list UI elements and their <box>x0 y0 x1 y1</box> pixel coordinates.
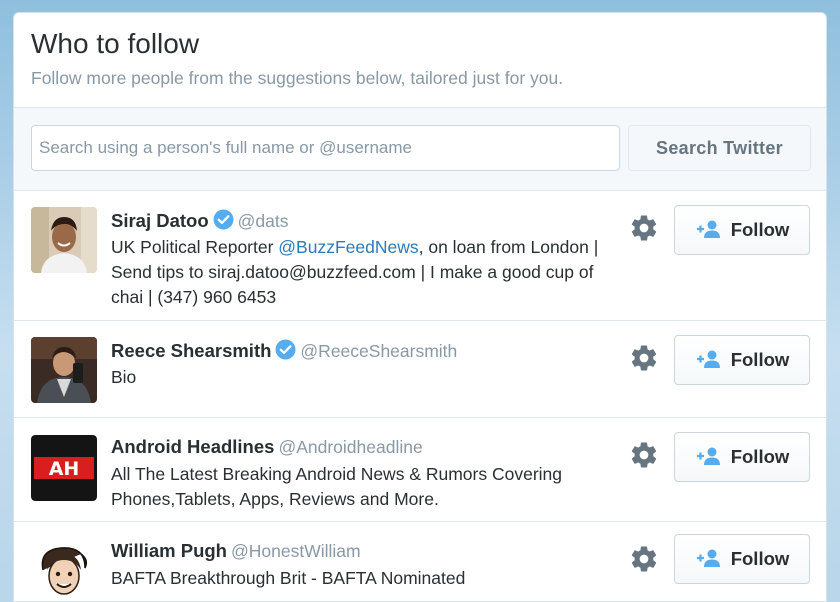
follow-button[interactable]: Follow <box>674 335 810 385</box>
user-handle[interactable]: @ReeceShearsmith <box>300 341 457 361</box>
follow-button[interactable]: Follow <box>674 534 810 584</box>
user-handle[interactable]: @HonestWilliam <box>231 541 361 561</box>
search-bar: Search Twitter <box>14 108 826 191</box>
follow-person-icon <box>695 219 723 242</box>
verified-badge-icon <box>275 339 296 365</box>
avatar[interactable]: AH <box>31 435 97 501</box>
gear-icon[interactable] <box>629 213 659 243</box>
panel-header: Who to follow Follow more people from th… <box>14 13 826 108</box>
user-bio: BAFTA Breakthrough Brit - BAFTA Nominate… <box>111 568 466 588</box>
avatar[interactable] <box>31 540 97 601</box>
mention-link[interactable]: @BuzzFeedNews <box>278 237 418 257</box>
follow-person-icon <box>695 548 723 571</box>
page-subtitle: Follow more people from the suggestions … <box>31 68 564 88</box>
avatar[interactable] <box>31 337 97 403</box>
who-to-follow-panel: Who to follow Follow more people from th… <box>13 12 827 602</box>
follow-button[interactable]: Follow <box>674 205 810 255</box>
user-handle[interactable]: @dats <box>238 211 289 231</box>
verified-badge-icon <box>213 209 234 235</box>
user-handle[interactable]: @Androidheadline <box>278 437 422 457</box>
follow-button[interactable]: Follow <box>674 432 810 482</box>
gear-icon[interactable] <box>629 440 659 470</box>
page-title: Who to follow <box>31 28 200 59</box>
user-bio: UK Political Reporter @BuzzFeedNews, on … <box>111 237 599 307</box>
user-name[interactable]: William Pugh <box>111 540 227 561</box>
list-item: William Pugh @HonestWilliam BAFTA Breakth… <box>14 522 826 601</box>
svg-text:AH: AH <box>49 458 80 480</box>
search-input[interactable] <box>31 125 620 171</box>
user-name[interactable]: Reece Shearsmith <box>111 340 271 361</box>
user-bio: Bio <box>111 367 137 387</box>
list-item: Reece Shearsmith @ReeceShearsmith Bio Fol… <box>14 321 826 418</box>
gear-icon[interactable] <box>629 343 659 373</box>
user-name[interactable]: Siraj Datoo <box>111 210 209 231</box>
search-twitter-button[interactable]: Search Twitter <box>628 125 811 171</box>
list-item: AH Android Headlines @Androidheadline All… <box>14 418 826 522</box>
follow-person-icon <box>695 349 723 372</box>
list-item: Siraj Datoo @dats UK Political Reporter @… <box>14 191 826 321</box>
follow-person-icon <box>695 446 723 469</box>
avatar[interactable] <box>31 207 97 273</box>
gear-icon[interactable] <box>629 544 659 574</box>
user-bio: All The Latest Breaking Android News & R… <box>111 464 563 509</box>
user-name[interactable]: Android Headlines <box>111 436 274 457</box>
